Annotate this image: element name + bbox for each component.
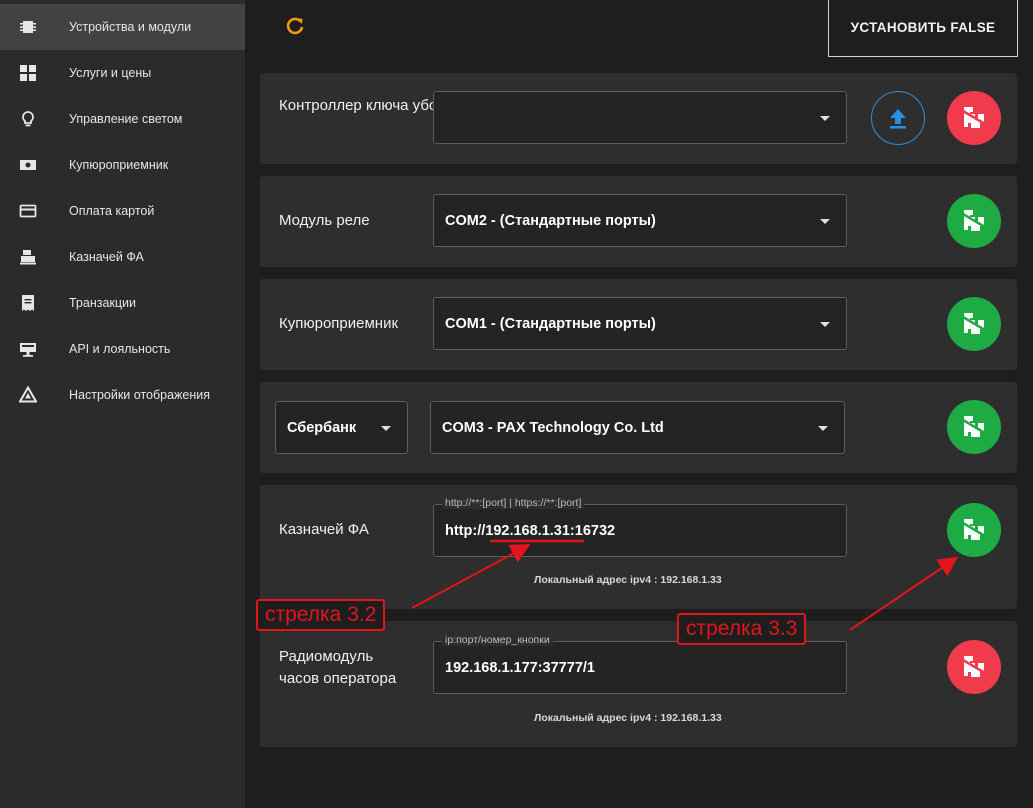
select-value: Сбербанк: [287, 419, 357, 436]
annotation-label-3-3: стрелка 3.3: [677, 613, 807, 645]
plug-connected-icon: [962, 210, 986, 231]
sidebar-item-transactions[interactable]: Транзакции: [0, 280, 245, 326]
sidebar-item-light[interactable]: Управление светом: [0, 96, 245, 142]
connection-toggle-button[interactable]: [947, 640, 1001, 694]
upload-button[interactable]: [871, 91, 925, 145]
card-label: Казначей ФА: [279, 521, 369, 538]
credit-card-icon: [17, 200, 39, 222]
sidebar-item-api[interactable]: API и лояльность: [0, 326, 245, 372]
select-value: COM1 - (Стандартные порты): [445, 315, 656, 332]
sidebar-item-label: Оплата картой: [69, 204, 155, 218]
connection-toggle-button[interactable]: [947, 297, 1001, 351]
sidebar-item-label: Настройки отображения: [69, 388, 211, 402]
sidebar-item-label: Услуги и цены: [69, 66, 152, 80]
cash-icon: [17, 154, 39, 176]
card-key-controller: Контроллер ключа уборки: [260, 73, 1017, 164]
plug-connected-icon: [962, 313, 986, 334]
set-false-button[interactable]: УСТАНОВИТЬ FALSE: [828, 0, 1018, 57]
local-address-hint: Локальный адрес ipv4 : 192.168.1.33: [534, 574, 722, 586]
relay-port-select[interactable]: COM2 - (Стандартные порты): [433, 194, 847, 247]
sidebar-item-label: Транзакции: [69, 296, 137, 310]
plug-connected-icon: [962, 519, 986, 540]
connection-toggle-button[interactable]: [947, 503, 1001, 557]
chevron-down-icon: [820, 218, 830, 224]
select-value: COM3 - PAX Technology Co. Ltd: [442, 419, 664, 436]
field-legend: ip:порт/номер_кнопки: [442, 634, 553, 646]
refresh-icon[interactable]: [283, 15, 307, 39]
select-value: COM2 - (Стандартные порты): [445, 212, 656, 229]
sidebar-item-card-payment[interactable]: Оплата картой: [0, 188, 245, 234]
card-bill-acceptor: Купюроприемник COM1 - (Стандартные порты…: [260, 279, 1017, 370]
sidebar-item-label: Казначей ФА: [69, 250, 144, 264]
sidebar-item-fiscal[interactable]: Казначей ФА: [0, 234, 245, 280]
bank-provider-select[interactable]: Сбербанк: [275, 401, 408, 454]
chevron-down-icon: [820, 115, 830, 121]
sidebar-item-services[interactable]: Услуги и цены: [0, 50, 245, 96]
field-value: http://192.168.1.31:16732: [445, 522, 616, 539]
sidebar-item-display-settings[interactable]: Настройки отображения: [0, 372, 245, 418]
local-address-hint: Локальный адрес ipv4 : 192.168.1.33: [534, 712, 722, 724]
plug-disconnected-icon: [962, 656, 986, 677]
sidebar: Устройства и модули Услуги и цены Управл…: [0, 0, 245, 808]
card-relay: Модуль реле COM2 - (Стандартные порты): [260, 176, 1017, 267]
sidebar-item-label: API и лояльность: [69, 342, 171, 356]
card-label: Радиомодуль часов оператора: [279, 648, 397, 687]
card-radio-module: Радиомодуль часов оператора ip:порт/номе…: [260, 621, 1017, 747]
connection-toggle-button[interactable]: [947, 91, 1001, 145]
grid-icon: [17, 62, 39, 84]
api-icon: [17, 338, 39, 360]
field-value: 192.168.1.177:37777/1: [445, 659, 595, 676]
chevron-down-icon: [381, 425, 391, 431]
connection-toggle-button[interactable]: [947, 194, 1001, 248]
devices-icon: [17, 16, 39, 38]
chevron-down-icon: [820, 321, 830, 327]
field-legend: http://**:[port] | https://**:[port]: [442, 497, 585, 509]
upload-icon: [890, 109, 906, 129]
connection-toggle-button[interactable]: [947, 400, 1001, 454]
bank-port-select[interactable]: COM3 - PAX Technology Co. Ltd: [430, 401, 845, 454]
cash-register-icon: [17, 246, 39, 268]
annotation-label-3-2: стрелка 3.2: [256, 599, 386, 631]
chevron-down-icon: [818, 425, 828, 431]
bill-acceptor-port-select[interactable]: COM1 - (Стандартные порты): [433, 297, 847, 350]
display-settings-icon: [17, 384, 39, 406]
sidebar-item-devices[interactable]: Устройства и модули: [0, 4, 245, 50]
receipt-icon: [17, 292, 39, 314]
sidebar-item-bill-acceptor[interactable]: Купюроприемник: [0, 142, 245, 188]
sidebar-item-label: Устройства и модули: [69, 20, 192, 34]
key-controller-select[interactable]: [433, 91, 847, 144]
fiscal-address-field[interactable]: http://**:[port] | https://**:[port] htt…: [433, 497, 847, 557]
plug-connected-icon: [962, 416, 986, 437]
card-label: Купюроприемник: [279, 315, 399, 332]
sidebar-item-label: Купюроприемник: [69, 158, 169, 172]
plug-disconnected-icon: [962, 107, 986, 128]
card-label: Модуль реле: [279, 212, 370, 229]
lightbulb-icon: [17, 108, 39, 130]
card-bank: Сбербанк COM3 - PAX Technology Co. Ltd: [260, 382, 1017, 473]
radio-address-field[interactable]: ip:порт/номер_кнопки 192.168.1.177:37777…: [433, 634, 847, 694]
sidebar-item-label: Управление светом: [69, 112, 183, 126]
card-fiscal: Казначей ФА http://**:[port] | https://*…: [260, 485, 1017, 609]
